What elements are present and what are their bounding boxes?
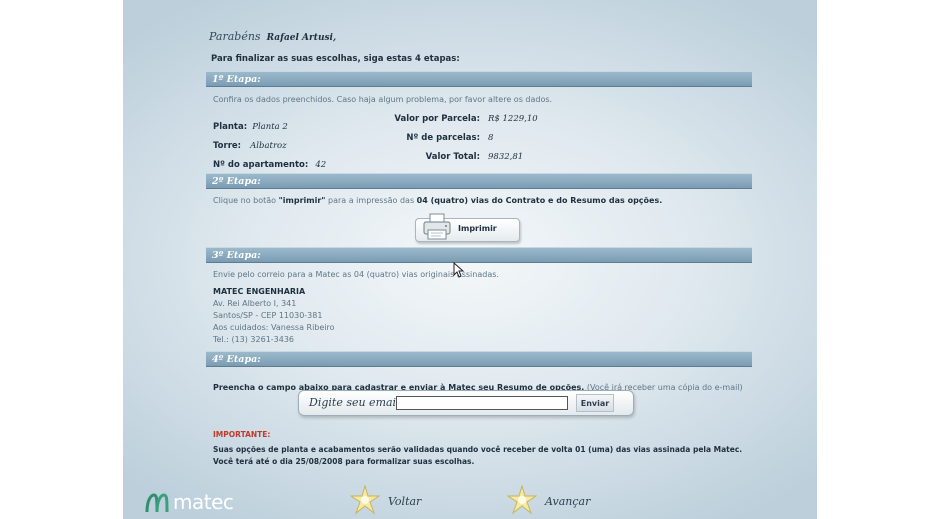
field-planta-value: Planta 2 [252,122,288,132]
address-phone: Tel.: (13) 3261-3436 [213,335,295,344]
greeting-text: Parabéns [209,30,261,43]
step2-instruction: Clique no botão "imprimir" para a impres… [213,196,663,205]
address-city: Santos/SP - CEP 11030-381 [213,311,323,320]
matec-logo-icon [145,493,169,513]
main-panel: Parabéns Rafael Artusi, Para finalizar as… [123,0,817,519]
mouse-cursor-icon [453,262,465,278]
greeting: Parabéns Rafael Artusi, [209,30,336,43]
email-form: Digite seu email: Enviar [298,390,634,416]
step2-header: 2º Etapa: [206,173,752,189]
mailing-address: MATEC ENGENHARIA Av. Rei Alberto I, 341 … [213,286,335,346]
printer-icon [423,213,451,240]
field-valor-total-value: 9832,81 [488,152,524,162]
step1-header: 1º Etapa: [206,71,752,87]
field-valor-parcela-value: R$ 1229,10 [488,114,538,124]
important-label: IMPORTANTE: [213,430,271,439]
step3-header: 3º Etapa: [206,247,752,263]
intro-text: Para finalizar as suas escolhas, siga es… [211,54,460,64]
address-attention: Aos cuidados: Vanessa Ribeiro [213,323,335,332]
send-button[interactable]: Enviar [576,394,614,412]
brand-name: matec [173,490,234,514]
next-label: Avançar [545,495,591,508]
field-apartamento-value: 42 [315,160,327,170]
email-label: Digite seu email: [309,396,404,409]
user-name: Rafael Artusi, [266,33,337,43]
print-button[interactable]: Imprimir [415,213,520,242]
field-torre-value: Albatroz [250,141,287,151]
print-button-label: Imprimir [458,224,497,233]
address-company: MATEC ENGENHARIA [213,287,306,296]
star-icon [350,485,380,515]
important-line-2: Você terá até o dia 25/08/2008 para form… [213,457,475,466]
field-planta: Planta: Planta 2 [213,122,288,132]
field-valor-parcela-label: Valor por Parcela: [394,114,480,124]
important-line-1: Suas opções de planta e acabamentos serã… [213,445,743,454]
field-apartamento: Nº do apartamento: 42 [213,160,327,170]
email-input[interactable] [396,396,568,410]
back-label: Voltar [388,495,422,508]
field-parcelas-value: 8 [488,133,494,143]
field-valor-total-label: Valor Total: [425,152,480,162]
field-torre: Torre: Albatroz [213,141,287,151]
step4-header: 4º Etapa: [206,351,752,367]
field-parcelas-label: Nº de parcelas: [406,133,480,143]
step1-instruction: Confira os dados preenchidos. Caso haja … [213,95,553,104]
star-icon [507,485,537,515]
address-street: Av. Rei Alberto I, 341 [213,299,297,308]
